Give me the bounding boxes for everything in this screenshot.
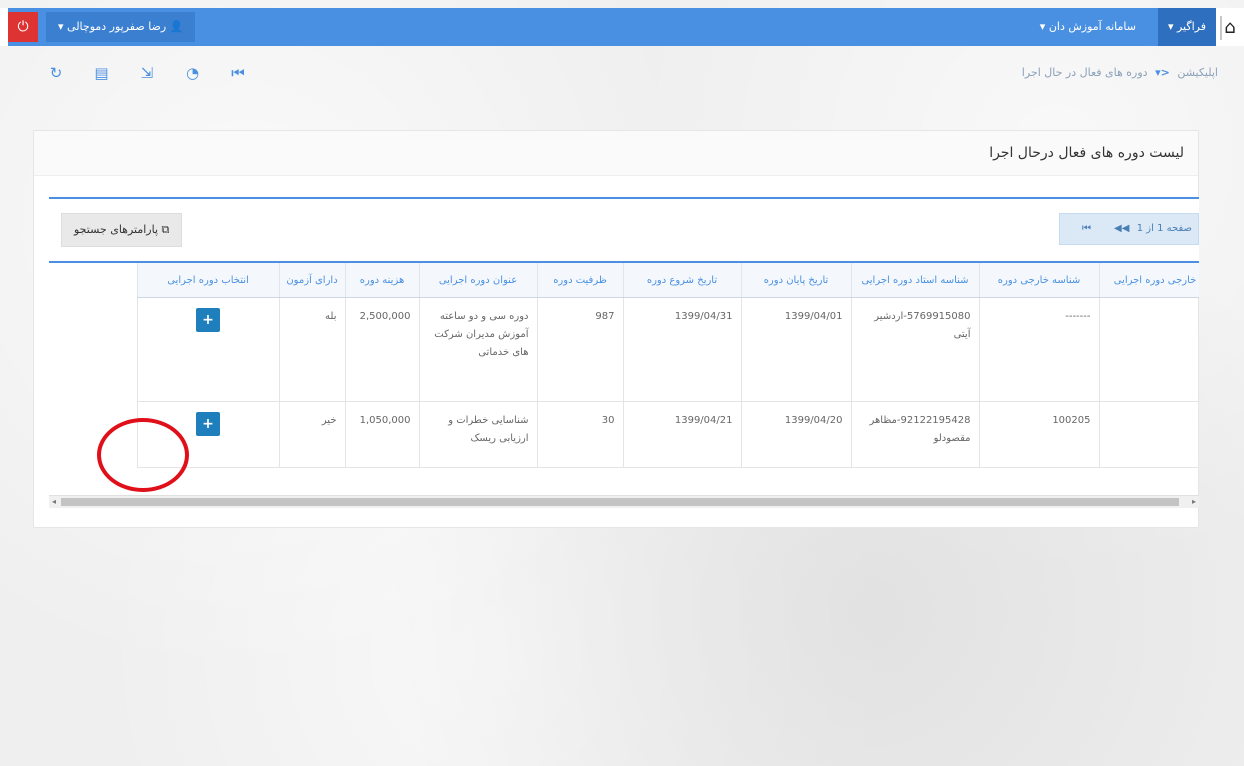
col-course-ext-id[interactable]: شناسه خارجی دوره — [978, 263, 1099, 298]
user-name: رضا صفرپور دموچالی — [67, 20, 167, 33]
reload-icon[interactable]: ◔ — [185, 64, 201, 82]
horizontal-scrollbar[interactable]: ◂ ▸ — [49, 495, 1199, 508]
first-page-icon[interactable]: ⏮ — [230, 64, 246, 82]
page-title: لیست دوره های فعال درحال اجرا — [989, 145, 1184, 161]
cell-title: شناسایی خطرات و ارزیابی ریسک — [418, 401, 537, 468]
col-title[interactable]: عنوان دوره اجرایی — [418, 263, 537, 298]
cell-course-ext-id: 100205 — [978, 401, 1099, 468]
system-label: سامانه آموزش دان — [1048, 20, 1136, 33]
courses-table: ه خارجی دوره اجرایی شناسه خارجی دوره شنا… — [136, 263, 1199, 468]
arrow-left-icon: <▾ — [1155, 66, 1170, 79]
cell-course-ext-id: ------- — [978, 297, 1099, 402]
refresh-icon[interactable]: ↻ — [48, 64, 64, 82]
prev-page-icon[interactable]: ◀◀ — [1114, 214, 1129, 244]
col-ext-id[interactable]: ه خارجی دوره اجرایی — [1098, 263, 1199, 298]
cell-capacity: 30 — [536, 401, 623, 468]
toolbar: ↻ ▤ ⇲ ◔ ⏮ — [48, 64, 272, 86]
navbar: فراگیر ▾ سامانه آموزش دان ▾ 👤 رضا صفرپور… — [8, 8, 1216, 46]
pager: صفحه 1 از 1 ◀◀ ⏮ — [1059, 213, 1199, 245]
first-page-button-icon[interactable]: ⏮ — [1082, 214, 1091, 244]
breadcrumb-current: دوره های فعال در حال اجرا — [1021, 66, 1148, 79]
cell-start-date: 1399/04/31 — [622, 297, 741, 402]
cell-title: دوره سی و دو ساعته آموزش مدیران شرکت های… — [418, 297, 537, 402]
cell-select: + — [136, 297, 279, 402]
data-grid: ⧉ پارامترهای جستجو صفحه 1 از 1 ◀◀ ⏮ ه خا… — [49, 197, 1199, 509]
filter-icon: ⧉ — [161, 223, 170, 236]
scrollbar-thumb[interactable] — [61, 498, 1179, 506]
user-icon: 👤 — [169, 20, 184, 33]
power-icon[interactable]: ⏻ — [8, 12, 38, 42]
col-teacher[interactable]: شناسه استاد دوره اجرایی — [850, 263, 979, 298]
breadcrumb-root[interactable]: اپلیکیشن — [1177, 66, 1218, 79]
cell-exam: خیر — [278, 401, 345, 468]
table-row: -- ------- 5769915080-اردشیر آیتی 1399/0… — [136, 297, 1199, 402]
top-bar: فراگیر ▾ سامانه آموزش دان ▾ 👤 رضا صفرپور… — [0, 8, 1244, 46]
main-panel: لیست دوره های فعال درحال اجرا ⧉ پارامتره… — [33, 130, 1199, 528]
cell-start-date: 1399/04/21 — [622, 401, 741, 468]
search-params-button[interactable]: ⧉ پارامترهای جستجو — [61, 213, 183, 247]
export-icon[interactable]: ⇲ — [139, 64, 155, 82]
select-course-button[interactable]: + — [196, 412, 220, 436]
cell-exam: بله — [278, 297, 345, 402]
home-icon[interactable]: ⌂ — [1220, 18, 1240, 38]
cell-cost: 1,050,000 — [344, 401, 419, 468]
breadcrumb: اپلیکیشن <▾ دوره های فعال در حال اجرا — [1022, 66, 1218, 79]
cell-capacity: 987 — [536, 297, 623, 402]
table-header-row: ه خارجی دوره اجرایی شناسه خارجی دوره شنا… — [136, 263, 1199, 298]
cell-ext-id: 10 — [1098, 401, 1199, 468]
highlight-circle — [97, 418, 189, 492]
scroll-left-icon[interactable]: ◂ — [49, 496, 59, 508]
grid-toolbar: ⧉ پارامترهای جستجو صفحه 1 از 1 ◀◀ ⏮ — [49, 199, 1199, 263]
col-exam[interactable]: دارای آزمون — [278, 263, 345, 298]
col-capacity[interactable]: ظرفیت دوره — [536, 263, 623, 298]
col-end-date[interactable]: تاریخ پایان دوره — [740, 263, 851, 298]
search-params-label: پارامترهای جستجو — [74, 223, 159, 236]
cell-teacher: 5769915080-اردشیر آیتی — [850, 297, 979, 402]
select-course-button[interactable]: + — [196, 308, 220, 332]
user-menu[interactable]: 👤 رضا صفرپور دموچالی ▾ — [46, 12, 196, 42]
save-icon[interactable]: ▤ — [94, 64, 110, 82]
col-start-date[interactable]: تاریخ شروع دوره — [622, 263, 741, 298]
plus-icon: + — [202, 416, 214, 432]
cell-teacher: 92122195428-مظاهر مقصودلو — [850, 401, 979, 468]
brand-menu[interactable]: فراگیر ▾ — [1157, 8, 1216, 46]
cell-end-date: 1399/04/20 — [740, 401, 851, 468]
scroll-right-icon[interactable]: ▸ — [1189, 496, 1199, 508]
cell-end-date: 1399/04/01 — [740, 297, 851, 402]
cell-cost: 2,500,000 — [344, 297, 419, 402]
system-menu[interactable]: سامانه آموزش دان ▾ — [1040, 8, 1136, 46]
plus-icon: + — [202, 312, 214, 328]
col-cost[interactable]: هزینه دوره — [344, 263, 419, 298]
table-row: 10 100205 92122195428-مظاهر مقصودلو 1399… — [136, 401, 1199, 468]
brand-label: فراگیر — [1176, 20, 1206, 33]
cell-ext-id: -- — [1098, 297, 1199, 402]
col-select: انتخاب دوره اجرایی — [136, 263, 279, 298]
pager-label: صفحه 1 از 1 — [1136, 223, 1192, 234]
